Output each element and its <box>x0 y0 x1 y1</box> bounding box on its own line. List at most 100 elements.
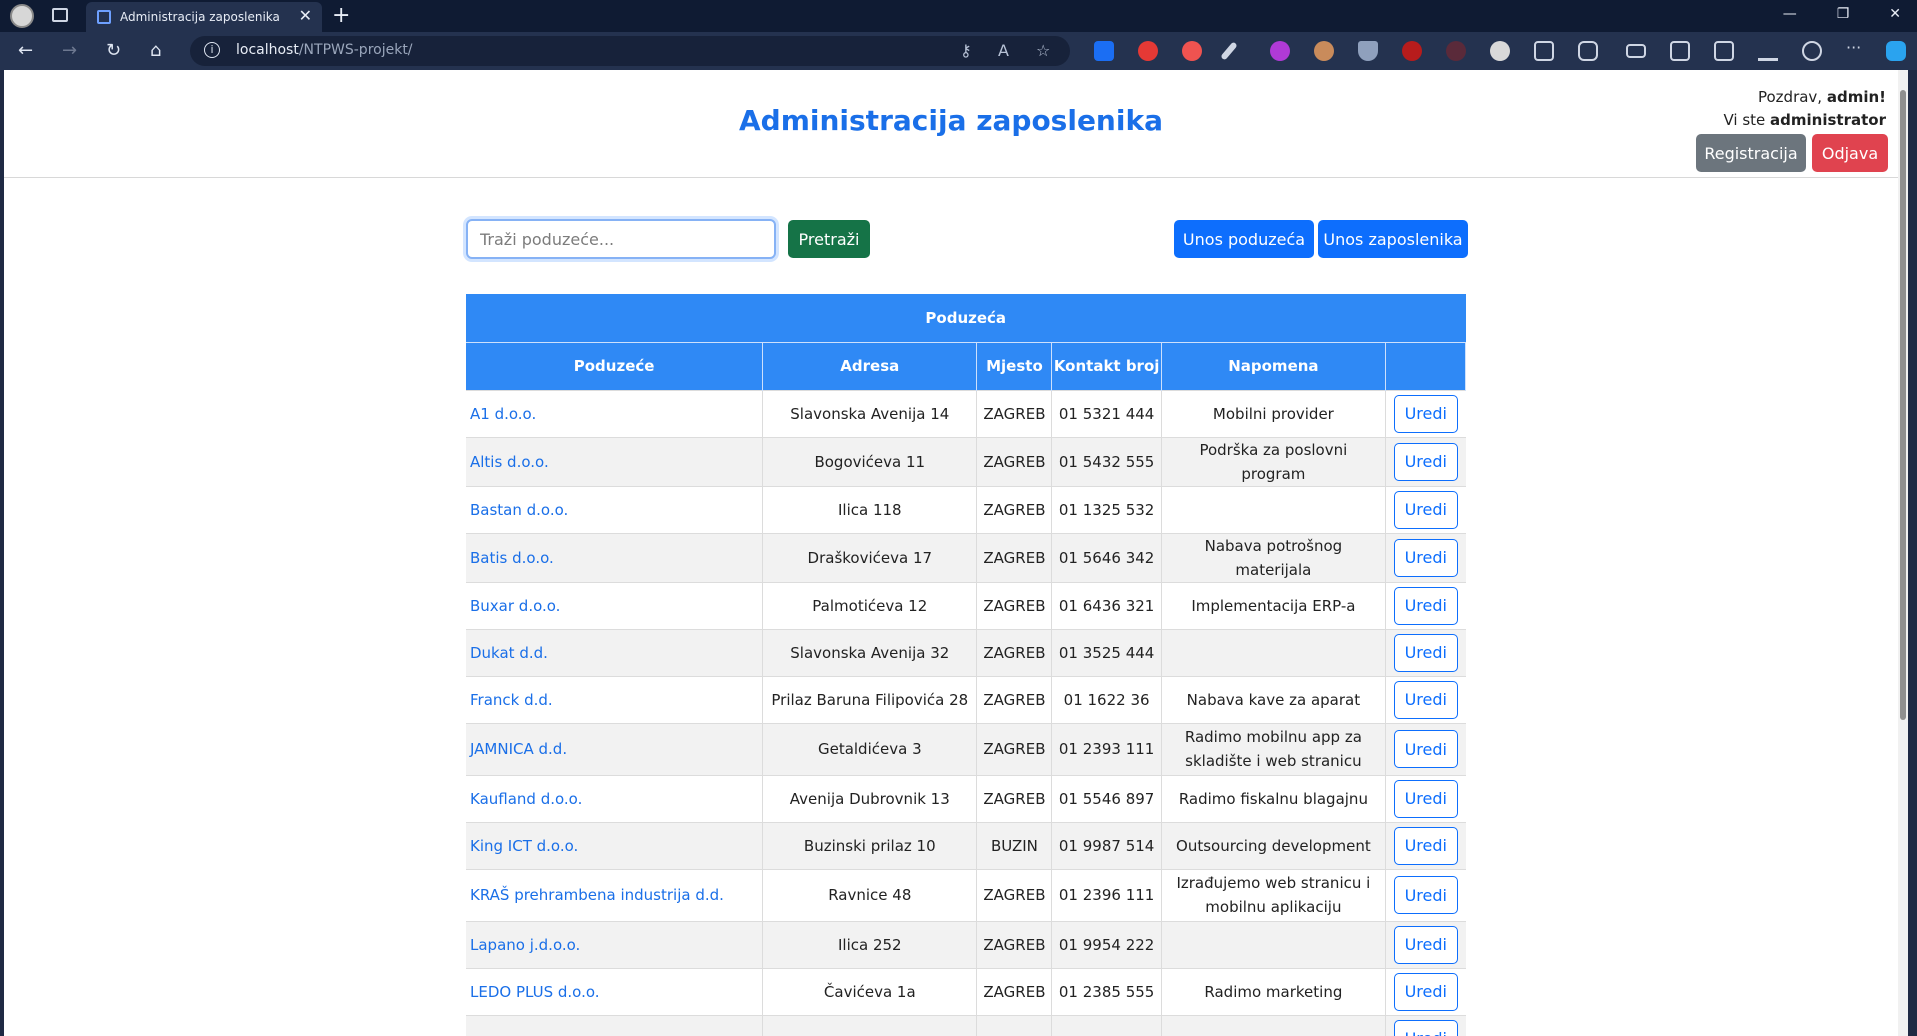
address-cell: Draškovićeva 17 <box>762 532 978 582</box>
url-path: /NTPWS-projekt/ <box>298 42 413 58</box>
edit-button[interactable]: Uredi <box>1393 1019 1458 1036</box>
minimize-icon[interactable]: — <box>1783 6 1797 22</box>
collections-icon[interactable] <box>1714 41 1734 61</box>
copilot-icon[interactable] <box>1886 41 1906 61</box>
company-link[interactable]: Batis d.o.o. <box>470 549 554 567</box>
edit-button[interactable]: Uredi <box>1393 538 1458 577</box>
performance-icon[interactable] <box>1802 41 1822 61</box>
actions-cell: Uredi <box>1385 774 1466 822</box>
web-page: Administracija zaposlenika Pozdrav, admi… <box>4 70 1908 1036</box>
actions-cell: Uredi <box>1385 722 1466 775</box>
site-info-icon[interactable]: i <box>204 42 220 58</box>
phone-cell: 01 5432 555 <box>1051 436 1162 486</box>
extension-icon[interactable] <box>1094 41 1114 61</box>
add-company-button[interactable]: Unos poduzeća <box>1174 220 1314 258</box>
table-row: Batis d.o.o. Draškovićeva 17 ZAGREB 01 5… <box>466 532 1466 582</box>
search-input[interactable] <box>466 219 776 259</box>
download-icon[interactable] <box>1758 41 1778 61</box>
company-link[interactable]: Dukat d.d. <box>470 644 548 662</box>
url-field[interactable]: i localhost/NTPWS-projekt/ ⚷ A ☆ <box>190 36 1070 66</box>
company-link[interactable]: Franck d.d. <box>470 691 553 709</box>
company-link[interactable]: King ICT d.o.o. <box>470 837 578 855</box>
tab-close-icon[interactable]: ✕ <box>299 6 312 25</box>
extension-icon[interactable] <box>1270 41 1290 61</box>
note-cell: Radimo fiskalnu blagajnu <box>1161 774 1387 822</box>
register-button[interactable]: Registracija <box>1696 134 1806 172</box>
company-link[interactable]: Lapano j.d.o.o. <box>470 936 580 954</box>
phone-cell: 01 2393 111 <box>1051 722 1162 775</box>
new-tab-icon[interactable]: + <box>332 3 350 28</box>
forward-icon[interactable]: → <box>62 40 77 61</box>
home-icon[interactable]: ⌂ <box>150 40 161 61</box>
company-link[interactable]: Buxar d.o.o. <box>470 597 560 615</box>
extension-icon[interactable] <box>1402 41 1422 61</box>
logout-button[interactable]: Odjava <box>1812 134 1888 172</box>
address-cell: Bogovićeva 11 <box>762 436 978 486</box>
screenshot-icon[interactable] <box>1534 41 1554 61</box>
scrollbar-thumb[interactable] <box>1900 90 1906 720</box>
extension-icon[interactable] <box>1490 41 1510 61</box>
more-options-icon[interactable]: ··· <box>1846 38 1866 58</box>
extension-icon[interactable] <box>1138 41 1158 61</box>
page-scrollbar[interactable] <box>1898 70 1908 1036</box>
favorite-star-icon[interactable]: ☆ <box>1036 41 1050 60</box>
edit-button[interactable]: Uredi <box>1393 972 1458 1011</box>
restore-icon[interactable]: ❐ <box>1837 6 1850 22</box>
extensions-icon[interactable] <box>1578 41 1598 61</box>
table-row: Dukat d.d. Slavonska Avenija 32 ZAGREB 0… <box>466 628 1466 676</box>
table-caption-row: Poduzeća <box>466 294 1466 342</box>
actions-cell: Uredi <box>1385 675 1466 723</box>
company-link[interactable]: Altis d.o.o. <box>470 453 549 471</box>
window-close-icon[interactable]: ✕ <box>1889 6 1901 22</box>
shield-icon[interactable] <box>1358 41 1378 61</box>
eyedropper-icon[interactable] <box>1220 41 1238 61</box>
actions-cell: Uredi <box>1385 436 1466 486</box>
add-employee-button[interactable]: Unos zaposlenika <box>1318 220 1468 258</box>
profile-avatar[interactable] <box>10 4 34 28</box>
edit-button[interactable]: Uredi <box>1393 730 1458 768</box>
company-link[interactable]: KRAŠ prehrambena industrija d.d. <box>470 886 724 904</box>
extension-icon[interactable] <box>1446 41 1466 61</box>
table-row: Buxar d.o.o. Palmotićeva 12 ZAGREB 01 64… <box>466 581 1466 629</box>
actions-cell: Uredi <box>1385 389 1466 437</box>
note-cell: Nabava potrošnog materijala <box>1161 532 1387 582</box>
column-header-address: Adresa <box>762 341 978 390</box>
edit-button[interactable]: Uredi <box>1393 490 1458 529</box>
cast-icon[interactable] <box>1626 44 1646 58</box>
company-link[interactable]: LEDO PLUS d.o.o. <box>470 983 600 1001</box>
url-text: localhost/NTPWS-projekt/ <box>236 42 413 58</box>
company-link[interactable]: A1 d.o.o. <box>470 405 536 423</box>
edit-button[interactable]: Uredi <box>1393 876 1458 914</box>
note-cell <box>1161 920 1387 968</box>
company-name-cell: Batis d.o.o. <box>466 532 764 582</box>
key-icon[interactable]: ⚷ <box>960 41 972 60</box>
reload-icon[interactable]: ↻ <box>106 40 121 61</box>
edit-button[interactable]: Uredi <box>1393 826 1458 865</box>
company-link[interactable]: Kaufland d.o.o. <box>470 790 582 808</box>
search-button[interactable]: Pretraži <box>788 220 870 258</box>
company-link[interactable]: JAMNICA d.d. <box>470 740 567 758</box>
edit-button[interactable]: Uredi <box>1393 394 1458 433</box>
browser-tab-active[interactable]: Administracija zaposlenika ✕ <box>86 2 322 32</box>
city-cell: ZAGREB <box>976 436 1053 486</box>
read-aloud-icon[interactable]: A <box>998 41 1009 60</box>
split-screen-icon[interactable] <box>1670 41 1690 61</box>
address-cell: Prilaz Baruna Filipovića 28 <box>762 675 978 723</box>
back-icon[interactable]: ← <box>18 40 33 61</box>
edit-button[interactable]: Uredi <box>1393 925 1458 964</box>
extension-icon[interactable] <box>1314 41 1334 61</box>
edit-button[interactable]: Uredi <box>1393 586 1458 625</box>
company-link[interactable]: Bastan d.o.o. <box>470 501 568 519</box>
edit-button[interactable]: Uredi <box>1393 442 1458 481</box>
edit-button[interactable]: Uredi <box>1393 680 1458 719</box>
city-cell: ZAGREB <box>976 581 1053 629</box>
edit-button[interactable]: Uredi <box>1393 633 1458 672</box>
extension-icon[interactable] <box>1182 41 1202 61</box>
note-cell <box>1161 485 1387 533</box>
tab-actions-icon[interactable] <box>52 8 68 22</box>
table-row: King ICT d.o.o. Buzinski prilaz 10 BUZIN… <box>466 821 1466 869</box>
phone-cell: 01 9987 514 <box>1051 821 1162 869</box>
company-name-cell: Bastan d.o.o. <box>466 485 764 533</box>
edit-button[interactable]: Uredi <box>1393 779 1458 818</box>
address-cell: Ilica 252 <box>762 920 978 968</box>
